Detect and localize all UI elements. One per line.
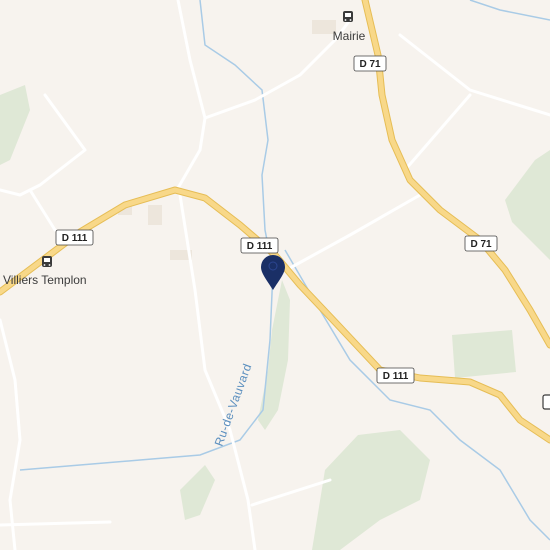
bus-stop-icon xyxy=(343,11,353,22)
road-south-branch xyxy=(250,478,332,507)
road-d71 xyxy=(362,0,550,348)
vegetation-areas xyxy=(0,85,550,550)
mairie-label: Mairie xyxy=(333,29,366,43)
shield-d71-north-label: D 71 xyxy=(359,59,381,70)
vegetation-south-east xyxy=(312,430,430,550)
shield-d71-north: D 71 xyxy=(353,55,387,72)
road-east-branch xyxy=(288,193,422,270)
bus-stop-icon xyxy=(42,256,52,267)
vegetation-center-east xyxy=(452,330,516,378)
villiers-templon-label: Villiers Templon xyxy=(3,273,87,287)
road-north xyxy=(176,0,207,190)
shield-d111-east: D 111 xyxy=(376,367,415,384)
vegetation-south xyxy=(180,465,215,520)
shield-d111-west-label: D 111 xyxy=(62,233,88,244)
buildings xyxy=(118,20,336,260)
map-layer: Ru-de-Vauvard D 111 D 111 D 111 D 71 D 7… xyxy=(0,0,550,550)
road-west-south xyxy=(0,318,22,550)
shield-d111-center: D 111 xyxy=(240,237,279,254)
shield-d111-west: D 111 xyxy=(55,229,94,246)
road-west-sw xyxy=(0,520,112,527)
building xyxy=(148,205,162,225)
shield-d111-center-label: D 111 xyxy=(247,241,273,252)
bus-stop-mairie[interactable]: Mairie xyxy=(333,11,366,43)
vegetation-north-west xyxy=(0,85,30,165)
map-canvas[interactable]: Ru-de-Vauvard D 111 D 111 D 111 D 71 D 7… xyxy=(0,0,550,550)
road-west-link xyxy=(28,188,57,232)
bus-stop-villiers[interactable]: Villiers Templon xyxy=(3,256,87,287)
shield-d71-east: D 71 xyxy=(464,235,498,252)
vegetation-east xyxy=(505,150,550,260)
river-north xyxy=(469,0,550,21)
road-to-mairie xyxy=(203,18,352,120)
shield-d111-east-label: D 111 xyxy=(383,371,409,382)
bus-stop-icon xyxy=(542,394,550,410)
road-east-curve xyxy=(398,33,550,117)
road-east-lower xyxy=(403,93,472,172)
shield-d71-east-label: D 71 xyxy=(470,239,492,250)
